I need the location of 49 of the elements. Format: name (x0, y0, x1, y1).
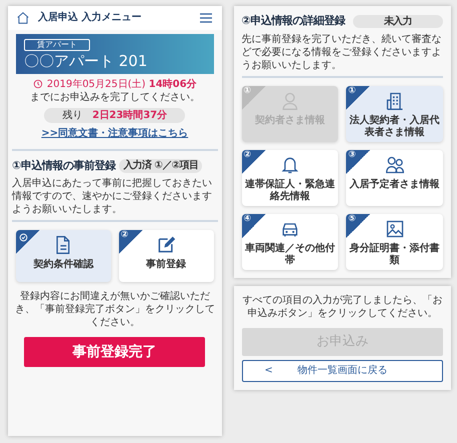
image-icon (384, 218, 405, 239)
menu-card[interactable]: ④ 車両関連／その他付帯 (242, 214, 338, 270)
card-label: 入居予定者さま情報 (348, 178, 441, 191)
step-number: ② (244, 150, 252, 161)
check-icon (19, 233, 28, 242)
remaining-label: 残り (62, 108, 82, 122)
header-title: 入居申込 入力メニュー (38, 11, 142, 25)
card-label: 車両関連／その他付帯 (244, 242, 336, 267)
deadline-text: 2019年05月25日(土) 14時06分 (46, 78, 197, 91)
menu-card[interactable]: ② 事前登録 (118, 230, 214, 282)
card-label: 事前登録 (145, 259, 188, 272)
person-icon (280, 90, 300, 111)
home-icon (16, 11, 30, 25)
card-label: 連帯保証人・緊急連絡先情報 (244, 178, 336, 203)
card-label: 法人契約者・入居代表者さま情報 (348, 114, 441, 139)
people-icon (384, 154, 405, 175)
step-number: ④ (244, 214, 252, 225)
deadline-note: までにお申込みを完了してください。 (28, 91, 201, 104)
step-number: ③ (348, 150, 356, 161)
step-number: ① (348, 86, 356, 97)
section-description: 入居申込にあたって事前に把握しておきたい情報ですので、速やかにご登録くださいますようお願いいたします。 (12, 177, 213, 216)
property-tag: 賃アパート (24, 39, 90, 52)
remaining-time: 2日23時間37分 (92, 108, 168, 122)
menu-card[interactable]: ① 法人契約者・入居代表者さま情報 (346, 86, 443, 142)
card-label: 身分証明書・添付書類 (348, 242, 441, 267)
instruction-text: 登録内容にお間違えが無いかご確認いただき、「事前登録完了ボタン」をクリックしてください。 (14, 290, 216, 330)
back-arrow: < (264, 364, 273, 378)
menu-card[interactable]: 契約条件確認 (16, 230, 111, 282)
clock-icon (32, 79, 43, 90)
building-icon (384, 90, 405, 111)
property-name: 〇〇アパート 201 (24, 52, 148, 70)
menu-card[interactable]: ② 連帯保証人・緊急連絡先情報 (242, 150, 338, 206)
edit-icon (156, 235, 176, 256)
menu-card[interactable]: ⑤ 身分証明書・添付書類 (346, 214, 443, 270)
section-description: 先に事前登録を完了いただき、続いて審査などで必要になる情報をご登録くださいますようお願いいたします。 (242, 32, 442, 72)
card-label: 契約条件確認 (32, 259, 95, 272)
section-title: ②申込情報の詳細登録 (242, 14, 345, 29)
step-number: ① (244, 86, 252, 97)
instruction-text: すべての項目の入力が完了しましたら、「お申込みボタン」をクリックしてください。 (242, 294, 443, 320)
status-badge: 未入力 (352, 14, 443, 28)
status-badge: 入力済 ①／②項目 (119, 159, 202, 173)
back-button[interactable]: < 物件一覧画面に戻る (242, 360, 443, 382)
step-number: ② (120, 230, 128, 242)
complete-button[interactable]: 事前登録完了 (24, 337, 206, 368)
section-title: ①申込情報の事前登録 (12, 158, 116, 174)
terms-link[interactable]: >>同意文書・注意事項はこちら (41, 128, 188, 139)
step-number: ⑤ (348, 214, 356, 225)
bell-icon (280, 154, 300, 175)
menu-card[interactable]: ③ 入居予定者さま情報 (346, 150, 443, 206)
